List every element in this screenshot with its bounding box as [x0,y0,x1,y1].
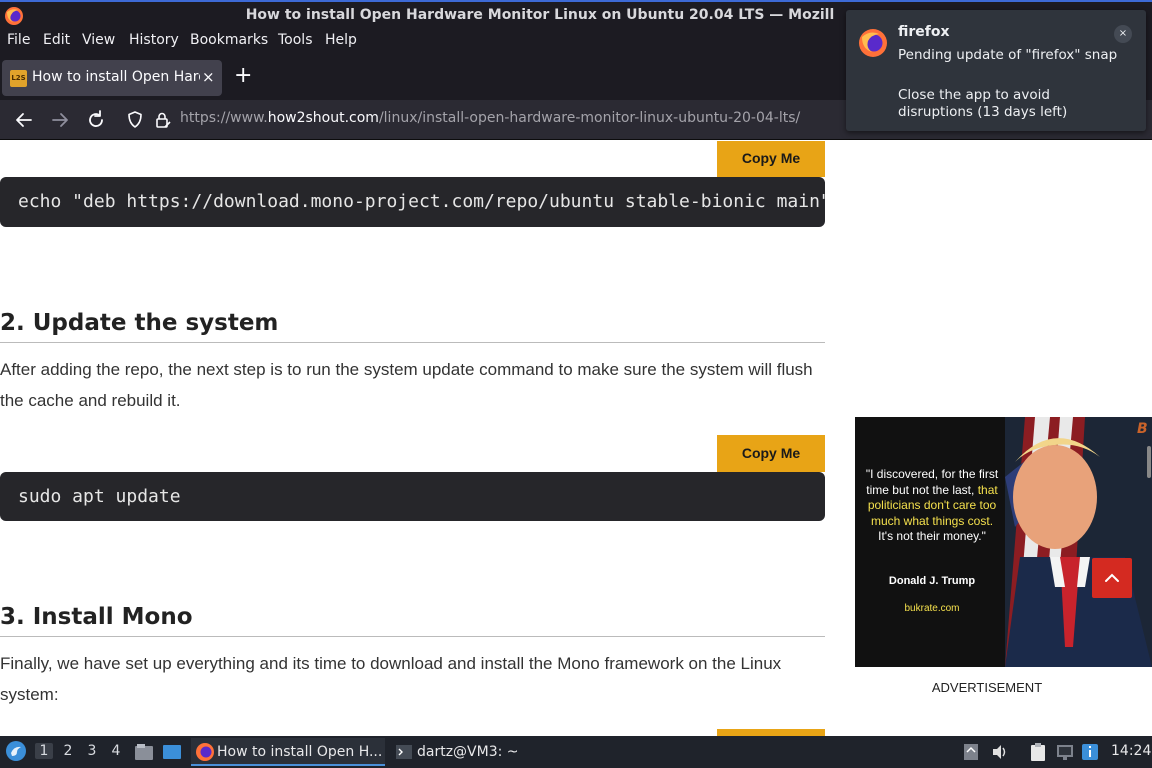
taskbar-app-firefox[interactable]: How to install Open H... [191,738,385,766]
workspace-2[interactable]: 2 [59,743,77,759]
chevron-up-icon [1105,573,1119,582]
clipboard-icon[interactable] [1028,742,1048,762]
ad-author: Donald J. Trump [888,575,976,587]
paragraph-install-mono: Finally, we have set up everything and i… [0,654,782,704]
menu-file[interactable]: File [7,32,30,48]
forward-arrow-icon[interactable] [48,108,72,132]
advertisement-label: ADVERTISEMENT [931,680,1043,695]
back-arrow-icon[interactable] [12,108,36,132]
tray-update-icon[interactable] [962,742,980,762]
tab-title: How to install Open Hardware Monitor Lin… [32,69,200,85]
tab-close-icon[interactable]: × [202,68,215,86]
menu-view[interactable]: View [82,32,115,48]
firefox-icon [196,743,214,761]
notification-close-icon[interactable]: × [1114,25,1132,43]
show-desktop-icon[interactable] [162,742,182,762]
taskbar-app-terminal-label: dartz@VM3: ~ [417,744,519,760]
terminal-icon [396,745,412,759]
url-bar[interactable]: https://www.how2shout.com/linux/install-… [180,110,800,126]
heading-update-system: 2. Update the system [0,310,825,343]
copy-me-button[interactable]: Copy Me [717,141,825,177]
workspace-3[interactable]: 3 [83,743,101,759]
url-path: /linux/install-open-hardware-monitor-lin… [378,110,801,126]
paragraph-update-system: After adding the repo, the next step is … [0,360,813,410]
menu-edit[interactable]: Edit [43,32,70,48]
notification-message: Pending update of "firefox" snap [898,47,1118,63]
url-host: how2shout.com [267,110,379,126]
notification-detail: Close the app to avoid disruptions (13 d… [898,87,1068,120]
copy-me-button[interactable]: Copy Me [717,729,825,736]
site-favicon-icon: L2S [10,70,27,87]
menu-tools[interactable]: Tools [278,32,313,48]
snap-update-notification[interactable]: firefox × Pending update of "firefox" sn… [846,10,1146,131]
menu-help[interactable]: Help [325,32,357,48]
notification-app-name: firefox [898,24,950,40]
copy-me-button[interactable]: Copy Me [717,435,825,472]
scroll-to-top-button[interactable] [1092,558,1132,598]
notification-info-icon[interactable] [1080,742,1100,762]
advertisement-banner[interactable]: "I discovered, for the first time but no… [855,417,1152,667]
workspace-1[interactable]: 1 [35,743,53,759]
code-block-apt-update: sudo apt update [0,472,825,521]
ad-quote-part2: It's not their money." [878,529,986,543]
url-prefix: https://www. [180,110,268,126]
heading-install-mono: 3. Install Mono [0,604,825,637]
network-icon[interactable] [1055,742,1075,762]
article: Copy Me echo "deb https://download.mono-… [0,141,825,736]
taskbar-app-terminal[interactable]: dartz@VM3: ~ [391,738,531,766]
menu-history[interactable]: History [129,32,179,48]
code-block-add-repo: echo "deb https://download.mono-project.… [0,177,825,227]
page-scrollbar-thumb[interactable] [1147,446,1151,478]
volume-icon[interactable] [990,742,1010,762]
workspace-4[interactable]: 4 [107,743,125,759]
firefox-icon [859,29,887,57]
tab-active[interactable]: L2S How to install Open Hardware Monitor… [2,60,222,96]
page-content: Copy Me echo "deb https://download.mono-… [0,141,1152,736]
reload-icon[interactable] [84,108,108,132]
clock[interactable]: 14:24 [1111,743,1151,759]
new-tab-button[interactable]: + [234,65,252,87]
taskbar-app-firefox-label: How to install Open H... [217,744,383,760]
file-manager-icon[interactable] [134,742,154,762]
tracking-protection-shield-icon[interactable] [123,108,147,132]
ad-site: bukrate.com [904,603,960,614]
ad-brand-mark: B [1137,421,1148,437]
ad-quote: "I discovered, for the first time but no… [863,467,1001,545]
menu-bookmarks[interactable]: Bookmarks [190,32,268,48]
taskbar: 1 2 3 4 How to install Open H... dartz@V… [0,736,1152,768]
start-menu-icon[interactable] [5,740,27,762]
lock-icon[interactable] [150,108,174,132]
